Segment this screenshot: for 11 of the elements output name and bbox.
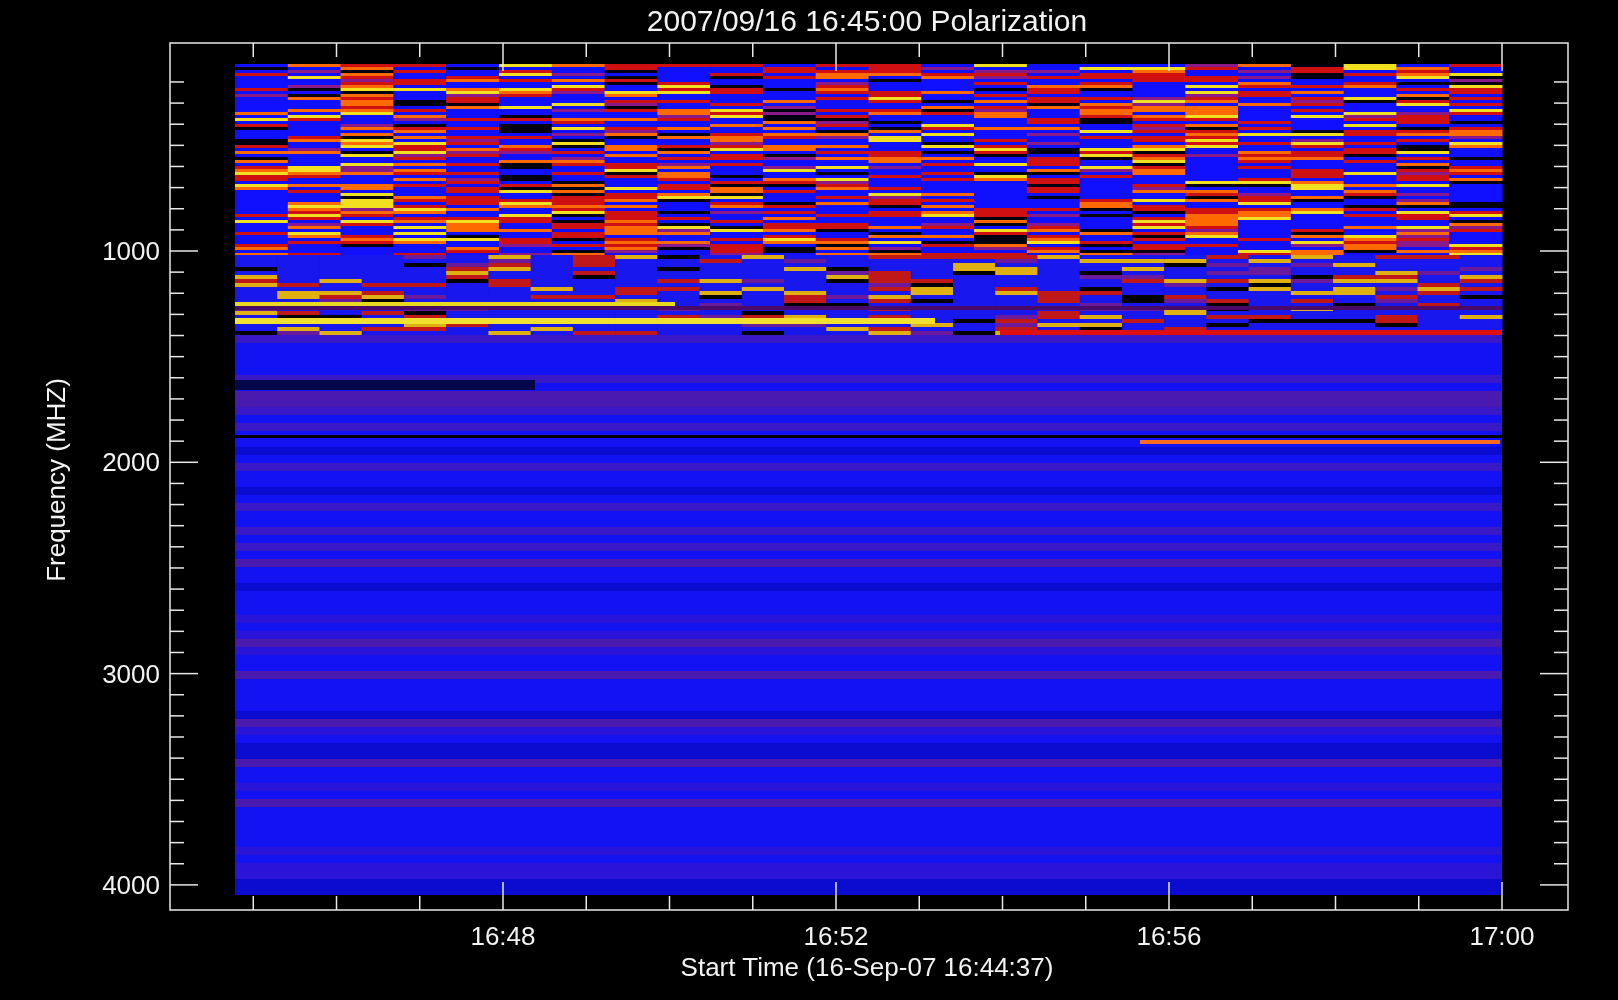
y-tick-label: 2000 [102, 447, 160, 478]
y-tick-label: 4000 [102, 869, 160, 900]
y-axis-label: Frequency (MHZ) [41, 378, 71, 582]
x-tick-label: 17:00 [1469, 921, 1535, 951]
y-tick-label: 3000 [102, 658, 160, 689]
y-tick-label: 1000 [102, 236, 160, 266]
chart-title: 2007/09/16 16:45:00 Polarization [646, 4, 1088, 37]
x-tick-label: 16:56 [1136, 921, 1202, 951]
x-axis-label: Start Time (16-Sep-07 16:44:37) [680, 952, 1054, 982]
x-tick-label: 16:48 [470, 921, 536, 951]
x-tick-label: 16:52 [803, 921, 869, 951]
